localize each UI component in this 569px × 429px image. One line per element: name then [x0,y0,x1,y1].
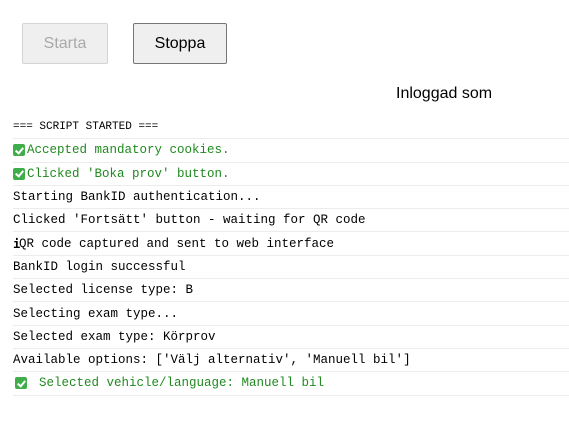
log-line-text: Starting BankID authentication... [13,190,261,205]
log-line: === SCRIPT STARTED === [13,116,569,140]
log-line-text: Selected vehicle/language: Manuell bil [39,376,325,391]
log-line: Clicked 'Boka prov' button. [13,163,569,186]
log-line: Selecting exam type... [13,302,569,326]
log-line-text: Selecting exam type... [13,306,179,321]
log-line-text: Clicked 'Fortsätt' button - waiting for … [13,213,366,228]
check-icon [15,377,27,390]
logged-in-status: Inloggad som [396,85,493,102]
stop-button[interactable]: Stoppa [133,23,227,64]
log-line-text: Selected license type: B [13,283,194,298]
log-line: Starting BankID authentication... [13,186,569,210]
log-line: i QR code captured and sent to web inter… [13,232,569,256]
start-button[interactable]: Starta [22,23,108,64]
log-line: Selected exam type: Körprov [13,326,569,349]
log-line-text: Available options: ['Välj alternativ', '… [13,353,411,368]
log-line: Selected license type: B [13,279,569,303]
log-line-text: BankID login successful [13,259,186,274]
log-output: === SCRIPT STARTED === Accepted mandator… [13,116,569,396]
log-line: BankID login successful [13,256,569,280]
check-icon [13,167,25,180]
log-line: Clicked 'Fortsätt' button - waiting for … [13,209,569,233]
log-line-text: Accepted mandatory cookies. [27,143,230,158]
log-line-text: Selected exam type: Körprov [13,329,216,344]
log-line-text: === SCRIPT STARTED === [13,121,159,134]
log-line-text: QR code captured and sent to web interfa… [19,236,335,251]
check-icon [13,144,25,157]
log-line: Available options: ['Välj alternativ', '… [13,349,569,373]
log-line: Accepted mandatory cookies. [13,139,569,163]
log-line-text: Clicked 'Boka prov' button. [27,166,230,181]
log-line: Selected vehicle/language: Manuell bil [13,372,569,396]
